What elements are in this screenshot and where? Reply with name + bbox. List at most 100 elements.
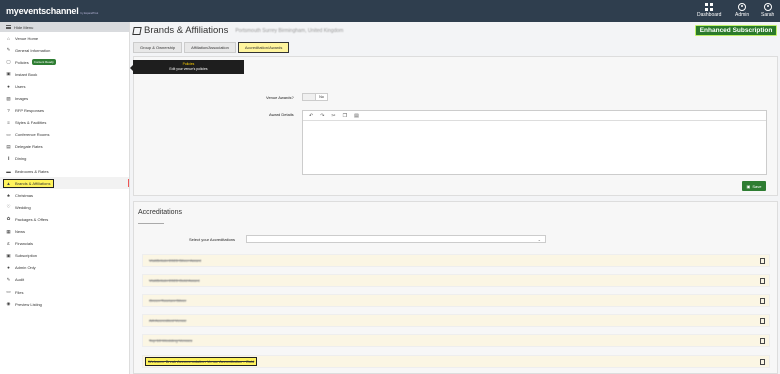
sidebar-item-styles-facilities[interactable]: ≡ Styles & Facilities (0, 117, 129, 129)
trash-icon[interactable] (760, 258, 765, 264)
info-icon: ✎ (6, 47, 11, 53)
save-button[interactable]: ▣ Save (742, 181, 766, 191)
copy-icon[interactable]: ❐ (343, 113, 347, 119)
toggle-knob (303, 94, 316, 100)
section-title: Accreditations (138, 209, 182, 216)
accreditation-row: Welcome Break Accommodation Venue Accred… (142, 355, 770, 368)
subscription-icon: ▣ (6, 252, 11, 258)
award-details-label: Award Details (269, 112, 294, 117)
sidebar-item-subscription[interactable]: ▣ Subscription (0, 250, 129, 262)
redo-icon[interactable]: ↷ (320, 113, 324, 119)
awards-panel: Venue Awards? No Award Details ↶ ↷ ✂ ❐ ▤… (133, 56, 778, 196)
sidebar-item-audit[interactable]: ✎ Audit (0, 274, 129, 286)
sidebar-item-files[interactable]: ▭ Files (0, 286, 129, 298)
top-navigation-bar: myeventschannel by ExpandTrek Dashboard A… (0, 0, 780, 22)
venue-location: Portsmouth Surrey Birmingham, United Kin… (235, 27, 344, 34)
sidebar-item-venue-home[interactable]: ⌂ Venue Home (0, 32, 129, 44)
page-title: Brands & Affiliations Portsmouth Surrey … (132, 25, 344, 36)
accreditation-row: Green Tourism Silver (142, 294, 770, 307)
admin-nav[interactable]: Admin (735, 3, 749, 18)
menu-icon (6, 25, 11, 29)
sidebar-item-dining[interactable]: ǁ Dining (0, 153, 129, 165)
styles-icon: ≡ (7, 120, 10, 126)
accreditation-row: Top 10 Wedding Venues (142, 334, 770, 347)
trash-icon[interactable] (760, 359, 765, 365)
accreditation-row: VisitBritain 2023 Gold Award (142, 274, 770, 287)
status-badge: Content Ready (31, 59, 56, 66)
accreditation-row: VisitBritain 2023 Silver Award (142, 254, 770, 267)
sidebar-item-policies[interactable]: ▢ Policies Content Ready (0, 56, 129, 68)
award-details-editor[interactable]: ↶ ↷ ✂ ❐ ▤ (302, 110, 767, 175)
hide-menu-button[interactable]: Hide Menu (0, 22, 129, 32)
sidebar-item-financials[interactable]: £ Financials (0, 238, 129, 250)
sidebar-item-christmas[interactable]: ♣ Christmas (0, 189, 129, 201)
dashboard-icon (705, 3, 714, 11)
book-icon: ▣ (6, 71, 11, 77)
sidebar-item-conference-rooms[interactable]: ▭ Conference Rooms (0, 129, 129, 141)
brands-icon: ▲ (6, 180, 11, 186)
sidebar-item-users[interactable]: ● Users (0, 80, 129, 92)
subscription-badge[interactable]: Enhanced Subscription (695, 25, 777, 36)
venue-awards-label: Venue Awards? (266, 95, 294, 100)
trash-icon[interactable] (760, 278, 765, 284)
rates-icon: ▤ (6, 143, 11, 149)
sidebar-item-packages-offers[interactable]: ✿ Packages & Offers (0, 213, 129, 225)
dining-icon: ǁ (7, 156, 10, 162)
tab-accreditation-awards[interactable]: Accreditation/Awards (237, 42, 290, 53)
bed-icon: ▬ (6, 168, 11, 174)
sidebar-item-admin-only[interactable]: ● Admin Only (0, 262, 129, 274)
cut-icon[interactable]: ✂ (331, 113, 335, 119)
sidebar: Hide Menu ⌂ Venue Home ✎ General Informati… (0, 22, 130, 374)
news-icon: ▦ (6, 228, 11, 234)
brands-icon (132, 26, 142, 35)
admin-icon (738, 3, 747, 11)
images-icon: ▨ (6, 95, 11, 101)
dashboard-nav[interactable]: Dashboard (697, 3, 721, 18)
accreditations-panel: Accreditations Select your Accreditation… (133, 201, 778, 374)
trash-icon[interactable] (760, 318, 765, 324)
home-icon: ⌂ (7, 35, 10, 41)
question-icon: ? (7, 108, 10, 114)
policies-tooltip: Policies Edit your venue's policies (130, 60, 244, 74)
app-logo[interactable]: myeventschannel by ExpandTrek (6, 6, 98, 16)
paste-icon[interactable]: ▤ (354, 113, 359, 119)
save-icon: ▣ (746, 183, 751, 189)
trash-icon[interactable] (760, 298, 765, 304)
policies-icon: ▢ (6, 59, 11, 65)
undo-icon[interactable]: ↶ (309, 113, 313, 119)
sidebar-item-bedrooms-rates[interactable]: ▬ Bedrooms & Rates (0, 165, 129, 177)
packages-icon: ✿ (6, 216, 11, 222)
heart-icon: ♡ (6, 204, 11, 210)
files-icon: ▭ (6, 289, 11, 295)
tab-bar: Group & Ownership Affiliation/Associatio… (133, 42, 291, 53)
sidebar-item-images[interactable]: ▨ Images (0, 92, 129, 104)
select-accreditations-label: Select your Accreditations (189, 237, 236, 242)
highlight-marker: ▲ Brands & Affiliations (3, 178, 54, 188)
users-icon: ● (7, 83, 10, 89)
editor-toolbar: ↶ ↷ ✂ ❐ ▤ (303, 111, 766, 121)
user-menu[interactable]: Sarah (761, 3, 774, 18)
accreditations-select[interactable]: ⌄ (246, 235, 546, 243)
trash-icon[interactable] (760, 338, 765, 344)
tab-affiliation-association[interactable]: Affiliation/Association (184, 42, 236, 53)
venue-awards-toggle[interactable]: No (302, 93, 328, 101)
sidebar-item-rfp-responses[interactable]: ? RFP Responses (0, 105, 129, 117)
eye-icon: ◉ (6, 301, 11, 307)
sidebar-item-wedding[interactable]: ♡ Wedding (0, 201, 129, 213)
admin-only-icon: ● (7, 265, 10, 271)
sidebar-item-instant-book[interactable]: ▣ Instant Book (0, 68, 129, 80)
christmas-icon: ♣ (7, 192, 10, 198)
sidebar-item-general-information[interactable]: ✎ General Information (0, 44, 129, 56)
sidebar-item-preview-listing[interactable]: ◉ Preview Listing (0, 298, 129, 310)
chevron-down-icon: ⌄ (537, 237, 541, 242)
sidebar-item-brands-affiliations[interactable]: ▲ Brands & Affiliations (0, 177, 129, 190)
financials-icon: £ (7, 241, 10, 247)
user-icon (763, 3, 772, 11)
sidebar-item-delegate-rates[interactable]: ▤ Delegate Rates (0, 141, 129, 153)
divider (138, 223, 164, 224)
tab-group-ownership[interactable]: Group & Ownership (133, 42, 183, 53)
sidebar-item-news[interactable]: ▦ News (0, 226, 129, 238)
audit-icon: ✎ (6, 276, 11, 282)
accreditation-row: AA Accredited Venue (142, 314, 770, 327)
conference-icon: ▭ (6, 131, 11, 137)
